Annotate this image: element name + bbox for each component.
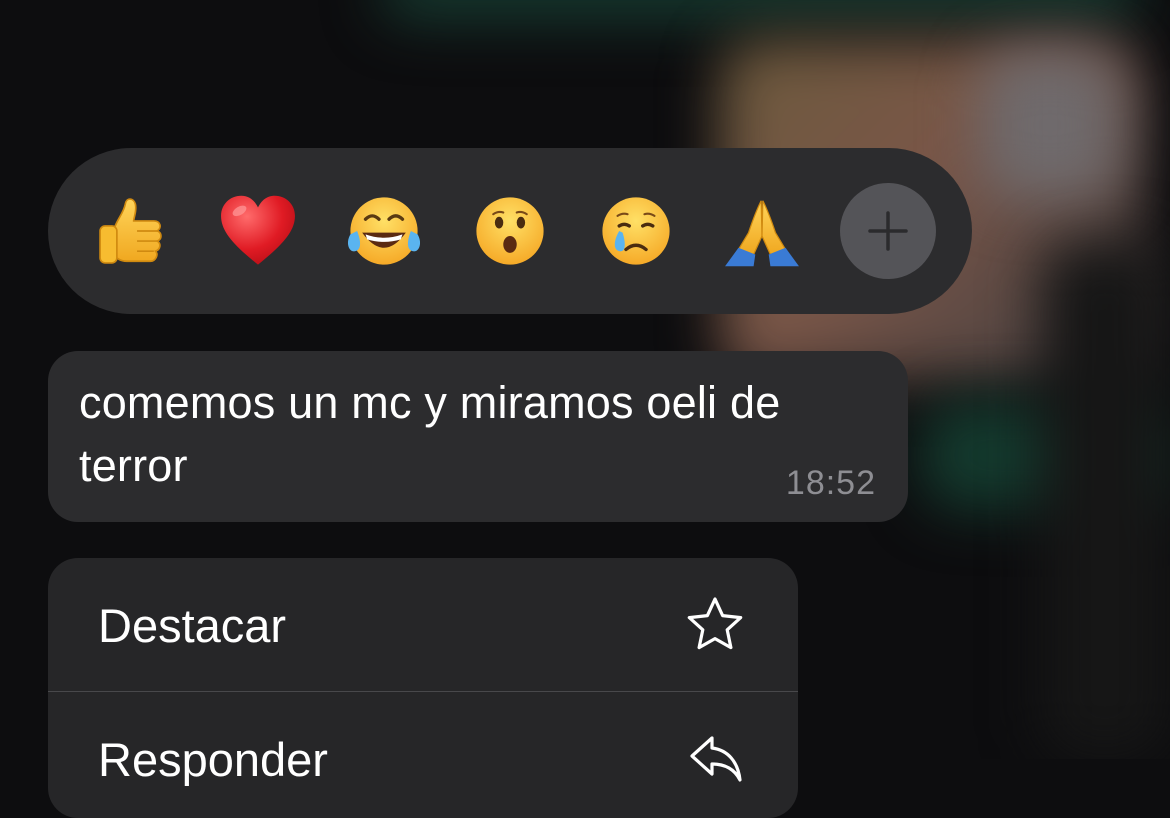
- context-menu: Destacar Responder: [48, 558, 798, 818]
- message-text: comemos un mc y miramos oeli de terror: [79, 377, 781, 491]
- reply-arrow-icon: [684, 728, 746, 790]
- red-heart-icon[interactable]: [213, 186, 303, 276]
- message-timestamp: 18:52: [785, 464, 876, 502]
- more-reactions-button[interactable]: [840, 183, 936, 279]
- menu-item-star[interactable]: Destacar: [48, 558, 798, 691]
- menu-item-label: Destacar: [98, 599, 287, 652]
- menu-item-reply[interactable]: Responder: [48, 691, 798, 818]
- surprised-face-icon[interactable]: [465, 186, 555, 276]
- menu-item-label: Responder: [98, 733, 328, 786]
- star-icon: [684, 594, 746, 656]
- message-bubble[interactable]: comemos un mc y miramos oeli de terror 1…: [48, 351, 908, 522]
- tears-of-joy-icon[interactable]: [339, 186, 429, 276]
- blurred-photo-highlight: [980, 50, 1120, 200]
- reaction-bar: [48, 148, 972, 314]
- folded-hands-icon[interactable]: [717, 186, 807, 276]
- thumbs-up-icon[interactable]: [87, 186, 177, 276]
- crying-face-icon[interactable]: [591, 186, 681, 276]
- plus-icon: [868, 211, 908, 251]
- blurred-right-shape: [1040, 240, 1170, 759]
- blurred-header-shape: [380, 0, 1140, 20]
